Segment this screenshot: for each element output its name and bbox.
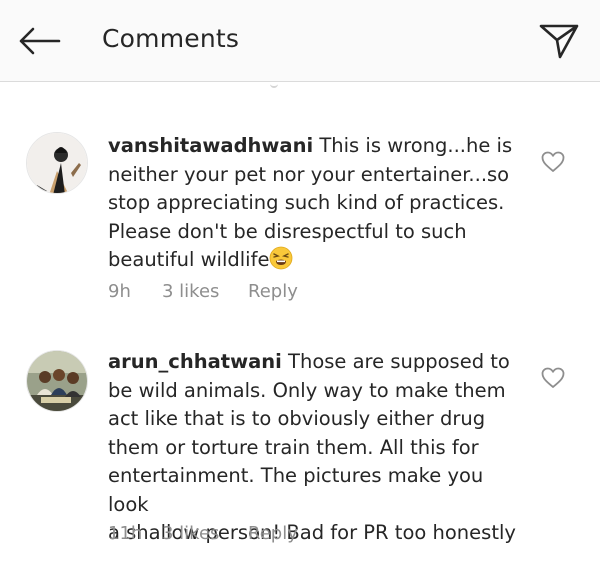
- comment-timestamp: 11h: [108, 523, 143, 544]
- comment-username[interactable]: arun_chhatwani: [108, 350, 282, 373]
- avatar-photo: [27, 133, 87, 193]
- like-comment-button[interactable]: [540, 366, 566, 390]
- avatar-photo: [27, 351, 87, 411]
- avatar[interactable]: [26, 132, 88, 194]
- reply-button[interactable]: Reply: [248, 281, 298, 302]
- comment-body: vanshitawadhwani This is wrong...he is n…: [108, 132, 518, 275]
- top-bar: Comments: [0, 0, 600, 82]
- paper-plane-icon: [539, 24, 579, 59]
- direct-message-button[interactable]: [534, 18, 584, 64]
- avatar[interactable]: [26, 350, 88, 412]
- comment-likes-count[interactable]: 3 likes: [162, 523, 248, 544]
- comment-meta: 9h 3 likes Reply: [108, 281, 298, 302]
- tired-face-emoji-icon: [270, 246, 293, 270]
- page-title: Comments: [102, 24, 240, 53]
- comment-username[interactable]: vanshitawadhwani: [108, 134, 313, 157]
- arrow-left-icon: [19, 27, 61, 55]
- comment-text: Those are supposed to be wild animals. O…: [108, 350, 516, 544]
- comment-timestamp: 9h: [108, 281, 131, 302]
- like-comment-button[interactable]: [540, 150, 566, 174]
- previous-comment-fragment: [270, 82, 278, 88]
- comment-body: arun_chhatwani Those are supposed to be …: [108, 348, 518, 548]
- reply-button[interactable]: Reply: [248, 523, 298, 544]
- heart-outline-icon: [541, 151, 565, 172]
- heart-outline-icon: [541, 367, 565, 388]
- back-button[interactable]: [14, 20, 64, 62]
- comment-meta: 11h 3 likes Reply: [108, 523, 298, 544]
- comment-likes-count[interactable]: 3 likes: [162, 281, 248, 302]
